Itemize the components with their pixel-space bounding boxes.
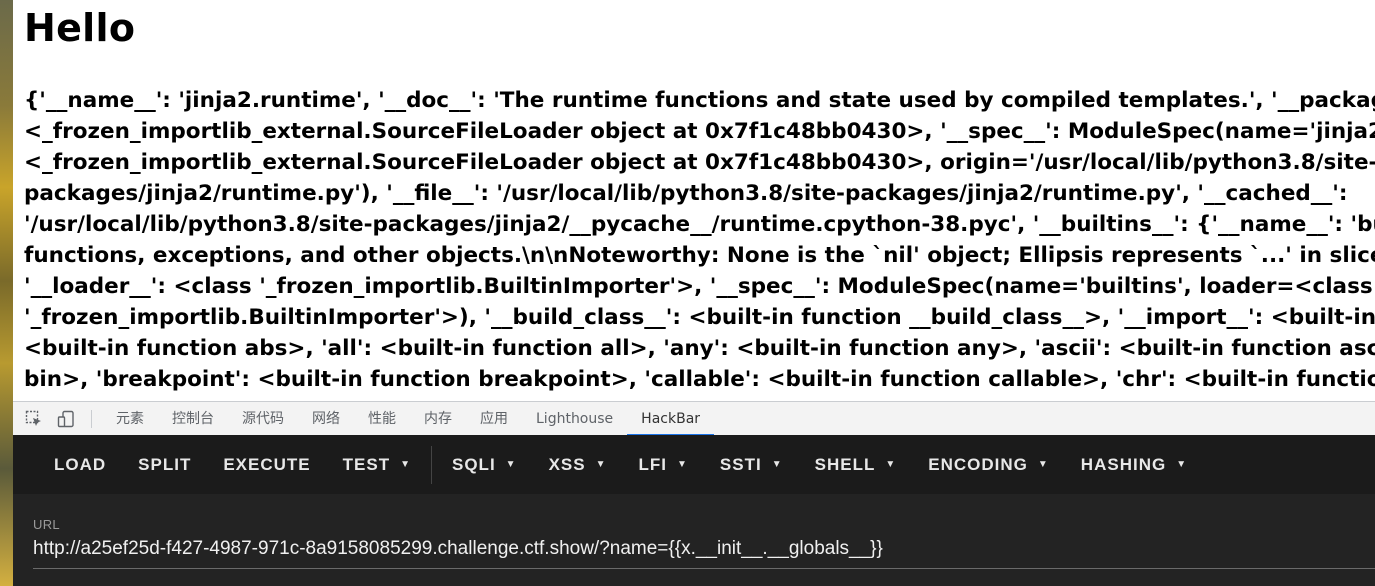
tab-sources[interactable]: 源代码 (228, 402, 298, 436)
caret-down-icon: ▼ (1037, 459, 1049, 470)
dump-line: '__loader__': <class '_frozen_importlib.… (24, 274, 1373, 299)
dump-line: '/usr/local/lib/python3.8/site-packages/… (24, 212, 1375, 237)
dump-line: functions, exceptions, and other objects… (24, 243, 1375, 268)
dump-line: bin>, 'breakpoint': <built-in function b… (24, 367, 1375, 392)
tab-console[interactable]: 控制台 (158, 402, 228, 436)
xss-menu-button[interactable]: XSS ▼ (533, 435, 623, 494)
caret-down-icon: ▼ (595, 459, 607, 470)
tab-application[interactable]: 应用 (466, 402, 522, 436)
caret-down-icon: ▼ (677, 459, 688, 470)
execute-button[interactable]: EXECUTE (207, 435, 326, 494)
test-menu-button[interactable]: TEST ▼ (327, 435, 427, 494)
page-content: Hello {'__name__': 'jinja2.runtime', '__… (13, 0, 1375, 401)
url-field-group: URL (33, 517, 1375, 569)
devtools-separator (91, 409, 92, 428)
split-button-label: SPLIT (138, 454, 192, 474)
globals-dump: {'__name__': 'jinja2.runtime', '__doc__'… (24, 85, 1375, 395)
dump-line: <built-in function abs>, 'all': <built-i… (24, 336, 1375, 361)
dump-line: <_frozen_importlib_external.SourceFileLo… (24, 150, 1375, 175)
tab-hackbar[interactable]: HackBar (627, 402, 714, 436)
device-toolbar-icon[interactable] (55, 408, 77, 430)
tab-elements[interactable]: 元素 (102, 402, 158, 436)
tab-network[interactable]: 网络 (298, 402, 354, 436)
lfi-menu-button[interactable]: LFI ▼ (623, 435, 704, 494)
xss-menu-label: XSS (548, 454, 586, 474)
sqli-menu-button[interactable]: SQLI ▼ (436, 435, 533, 494)
ssti-menu-label: SSTI (719, 454, 762, 474)
desktop-background-strip (0, 0, 13, 586)
load-button-label: LOAD (54, 454, 107, 474)
dump-line: packages/jinja2/runtime.py'), '__file__'… (24, 181, 1348, 206)
hackbar-toolbar: LOAD SPLIT EXECUTE TEST ▼ SQLI ▼ XSS ▼ LFI ▼… (13, 435, 1375, 494)
test-menu-label: TEST (342, 454, 391, 474)
encoding-menu-label: ENCODING (928, 454, 1028, 474)
hackbar-panel: LOAD SPLIT EXECUTE TEST ▼ SQLI ▼ XSS ▼ LFI ▼… (13, 435, 1375, 586)
execute-button-label: EXECUTE (223, 454, 311, 474)
split-button[interactable]: SPLIT (122, 435, 207, 494)
toolbar-divider (431, 445, 432, 484)
caret-down-icon: ▼ (885, 459, 897, 470)
tab-lighthouse[interactable]: Lighthouse (522, 402, 627, 436)
lfi-menu-label: LFI (638, 454, 668, 474)
encoding-menu-button[interactable]: ENCODING ▼ (912, 435, 1065, 494)
hashing-menu-button[interactable]: HASHING ▼ (1065, 435, 1203, 494)
caret-down-icon: ▼ (771, 459, 783, 470)
tab-memory[interactable]: 内存 (410, 402, 466, 436)
url-label: URL (33, 517, 60, 532)
inspect-element-icon[interactable] (23, 408, 45, 430)
tab-performance[interactable]: 性能 (354, 402, 410, 436)
devtools-tab-bar: 元素 控制台 源代码 网络 性能 内存 应用 Lighthouse HackBa… (13, 401, 1375, 436)
dump-line: '_frozen_importlib.BuiltinImporter'>), '… (24, 305, 1375, 330)
shell-menu-button[interactable]: SHELL ▼ (799, 435, 913, 494)
caret-down-icon: ▼ (505, 459, 517, 470)
load-button[interactable]: LOAD (38, 435, 122, 494)
ssti-menu-button[interactable]: SSTI ▼ (704, 435, 799, 494)
page-heading: Hello (24, 6, 136, 50)
dump-line: {'__name__': 'jinja2.runtime', '__doc__'… (24, 88, 1375, 113)
caret-down-icon: ▼ (1176, 459, 1188, 470)
sqli-menu-label: SQLI (452, 454, 496, 474)
url-input[interactable] (33, 538, 1375, 569)
shell-menu-label: SHELL (814, 454, 876, 474)
caret-down-icon: ▼ (400, 459, 411, 470)
hashing-menu-label: HASHING (1080, 454, 1167, 474)
dump-line: <_frozen_importlib_external.SourceFileLo… (24, 119, 1375, 144)
